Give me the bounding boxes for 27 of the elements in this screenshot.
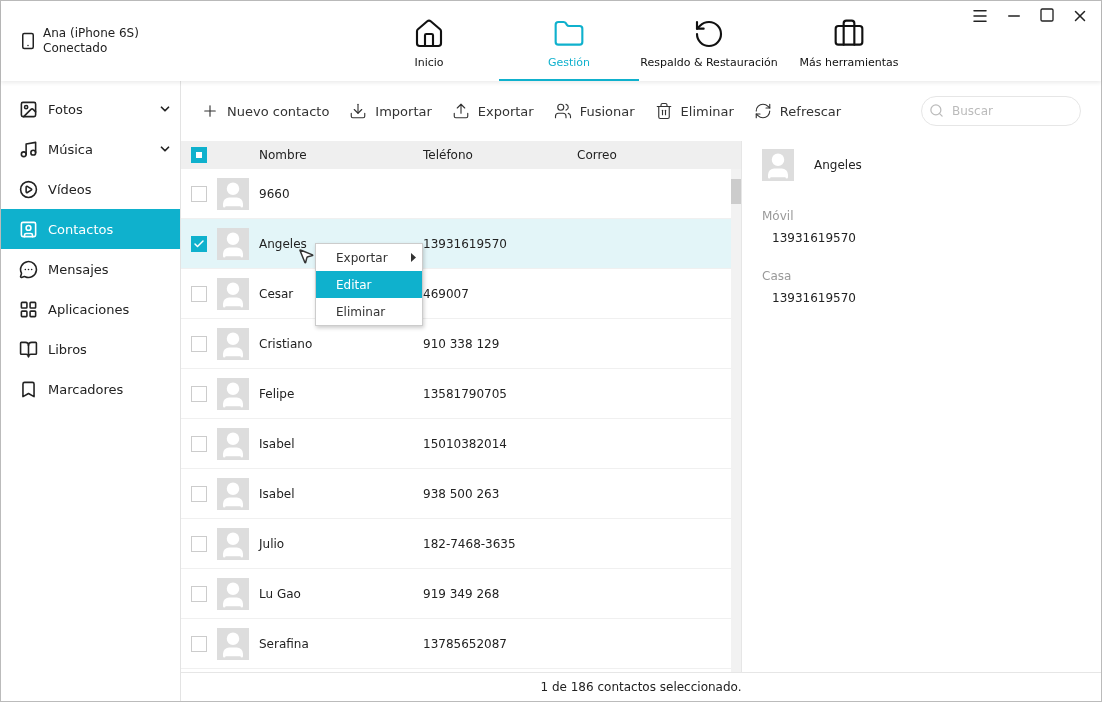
device-status: Conectado	[43, 41, 109, 56]
contact-phone: 469007	[423, 286, 470, 301]
contact-phone: 919 349 268	[423, 586, 501, 601]
contact-name: Felipe	[259, 386, 296, 401]
field-label: Casa	[762, 269, 793, 283]
field-label: Móvil	[762, 209, 795, 223]
contact-phone: 13931619570	[423, 236, 508, 251]
contact-name: Lu Gao	[259, 586, 302, 601]
contact-phone: 15010382014	[423, 436, 508, 451]
contact-name: Julio	[259, 536, 286, 551]
contact-phone: 182-7468-3635	[423, 536, 517, 551]
contact-name: Cristiano	[259, 336, 314, 351]
device-name: Ana (iPhone 6S)	[43, 26, 139, 41]
contact-name: Isabel	[259, 436, 296, 451]
contact-phone: 938 500 263	[423, 486, 501, 501]
contact-phone: 910 338 129	[423, 336, 501, 351]
contact-phone: 13785652087	[423, 636, 508, 651]
contact-name: Cesar	[259, 286, 295, 301]
contact-name: 9660	[259, 186, 291, 201]
field-value: 13931619570	[771, 291, 857, 305]
detail-name: Angeles	[814, 158, 862, 172]
status-text: 1 de 186 contactos seleccionado.	[181, 672, 1101, 701]
contact-name: Serafina	[259, 636, 310, 651]
field-value: 13931619570	[771, 231, 857, 245]
contact-phone: 13581790705	[423, 386, 508, 401]
contact-name: Isabel	[259, 486, 296, 501]
contact-name: Angeles	[259, 236, 308, 251]
